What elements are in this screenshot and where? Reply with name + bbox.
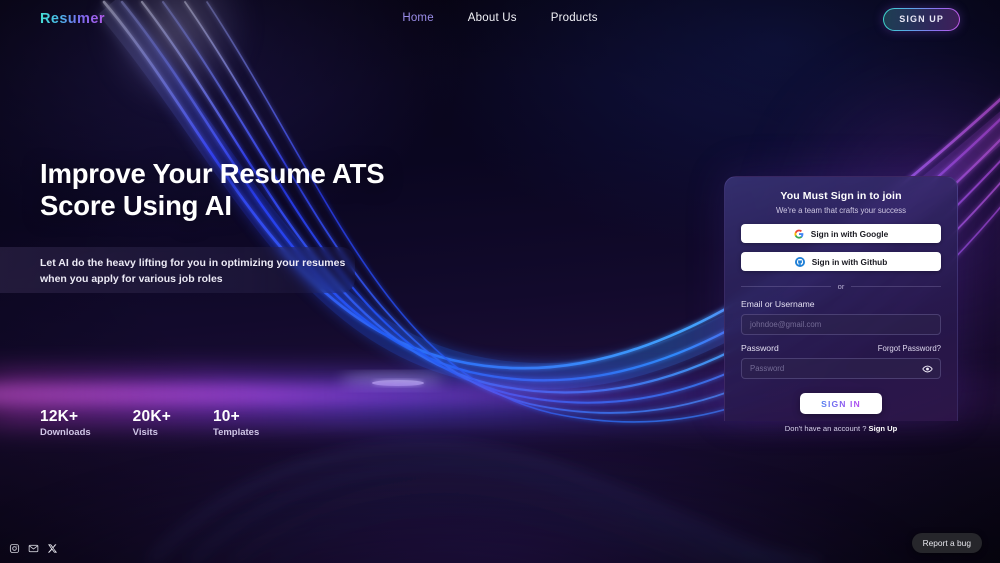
email-input[interactable]: johndoe@gmail.com [741, 314, 941, 335]
hero-title-line-2: Score Using AI [40, 190, 232, 222]
stat-downloads: 12K+ Downloads [40, 408, 91, 438]
nav-item-about-us[interactable]: About Us [468, 12, 517, 24]
hero-section: Improve Your Resume ATS Score Using AI [40, 158, 385, 222]
stat-value: 20K+ [132, 408, 171, 425]
page-root: Resumer Home About Us Products SIGN UP I… [0, 0, 1000, 563]
password-label: Password [741, 343, 779, 353]
brand-logo[interactable]: Resumer [40, 11, 105, 27]
email-placeholder: johndoe@gmail.com [750, 320, 822, 329]
signup-prompt: Don't have an account ? Sign Up [741, 424, 941, 433]
site-header: Resumer Home About Us Products SIGN UP [0, 0, 1000, 38]
oauth-divider: or [741, 282, 941, 291]
google-signin-label: Sign in with Google [810, 228, 889, 239]
hero-subtitle: Let AI do the heavy lifting for you in o… [40, 257, 346, 285]
divider-label: or [837, 282, 845, 291]
login-card-tagline: We're a team that crafts your success [775, 206, 907, 215]
nav-item-home[interactable]: Home [402, 12, 433, 24]
signup-prompt-text: Don't have an account ? [784, 424, 867, 433]
login-card: You Must Sign in to join We're a team th… [724, 176, 958, 433]
stat-visits: 20K+ Visits [133, 408, 171, 438]
social-links [9, 543, 58, 554]
hero-title-line-1: Improve Your Resume ATS [40, 158, 385, 189]
email-label: Email or Username [741, 299, 815, 309]
google-signin-button[interactable]: Sign in with Google [741, 224, 941, 243]
page-title: Improve Your Resume ATS Score Using AI [40, 158, 385, 222]
password-input[interactable]: Password [741, 358, 941, 379]
password-field-label-row: Password Forgot Password? [741, 343, 941, 353]
signup-button[interactable]: SIGN UP [883, 8, 960, 31]
email-field-label-row: Email or Username [741, 299, 941, 309]
x-twitter-icon[interactable] [47, 543, 58, 554]
github-icon [794, 256, 805, 267]
github-signin-button[interactable]: Sign in with Github [741, 252, 941, 271]
stat-value: 10+ [212, 408, 240, 425]
eye-icon[interactable] [922, 363, 933, 374]
stat-label: Downloads [40, 427, 91, 438]
stats-row: 12K+ Downloads 20K+ Visits 10+ Templates [40, 408, 259, 438]
login-card-title: You Must Sign in to join [780, 190, 902, 202]
stat-label: Visits [132, 427, 158, 438]
password-placeholder: Password [750, 364, 785, 373]
forgot-password-link[interactable]: Forgot Password? [878, 344, 941, 353]
report-bug-button[interactable]: Report a bug [911, 533, 982, 553]
github-signin-label: Sign in with Github [811, 256, 888, 267]
nav-item-products[interactable]: Products [551, 12, 598, 24]
signin-button[interactable]: SIGN IN [800, 393, 882, 414]
mail-icon[interactable] [28, 543, 39, 554]
signup-link[interactable]: Sign Up [869, 424, 898, 433]
google-icon [794, 229, 804, 239]
stat-value: 12K+ [40, 408, 79, 425]
stat-label: Templates [212, 427, 260, 438]
stat-templates: 10+ Templates [213, 408, 259, 438]
main-nav: Home About Us Products [402, 12, 597, 24]
signin-button-label: SIGN IN [821, 398, 861, 409]
instagram-icon[interactable] [9, 543, 20, 554]
